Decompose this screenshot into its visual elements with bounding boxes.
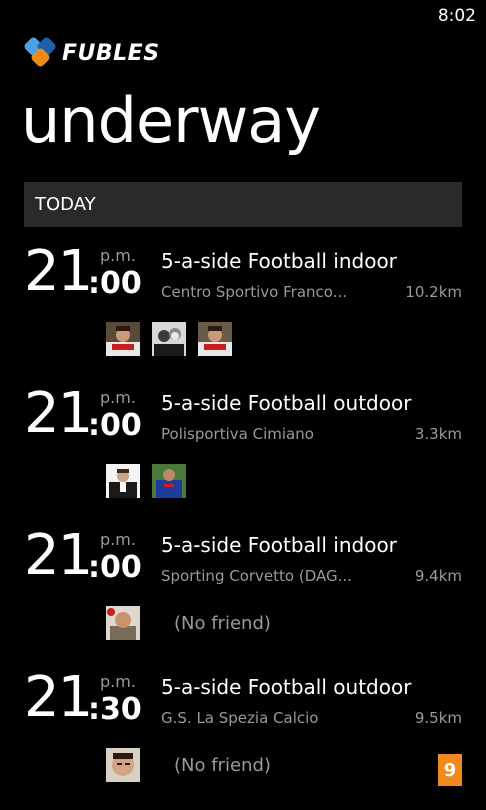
- event-distance: 3.3km: [414, 425, 462, 443]
- friends-list: [106, 322, 244, 356]
- event-distance: 9.5km: [414, 709, 462, 727]
- event-distance: 10.2km: [405, 283, 462, 301]
- event-minute: :00: [88, 550, 142, 585]
- event-hour: 21: [24, 239, 93, 304]
- event-hour: 21: [24, 523, 93, 588]
- event-title: 5-a-side Football outdoor: [161, 675, 412, 699]
- fubles-logo-icon: [22, 35, 58, 69]
- section-header-today: TODAY: [24, 182, 462, 227]
- friend-avatar[interactable]: [106, 606, 140, 640]
- notification-badge[interactable]: 9: [438, 754, 462, 786]
- event-distance: 9.4km: [414, 567, 462, 585]
- friend-avatar[interactable]: [106, 748, 140, 782]
- friend-avatar[interactable]: [152, 322, 186, 356]
- event-venue: G.S. La Spezia Calcio: [161, 709, 319, 727]
- event-venue: Sporting Corvetto (DAG...: [161, 567, 352, 585]
- event-hour: 21: [24, 665, 93, 730]
- friend-avatar[interactable]: [106, 322, 140, 356]
- status-bar-time: 8:02: [437, 6, 476, 26]
- event-minute: :00: [88, 408, 142, 443]
- no-friend-label: (No friend): [174, 612, 271, 634]
- event-title: 5-a-side Football outdoor: [161, 391, 412, 415]
- event-item[interactable]: 21 p.m. :30 5-a-side Football outdoor G.…: [24, 670, 462, 796]
- no-friend-label: (No friend): [174, 754, 271, 776]
- friend-avatar[interactable]: [198, 322, 232, 356]
- friend-avatar[interactable]: [106, 464, 140, 498]
- section-header-label: TODAY: [35, 194, 96, 215]
- event-ampm: p.m.: [100, 672, 136, 691]
- event-venue: Centro Sportivo Franco...: [161, 283, 347, 301]
- friends-list: [106, 464, 198, 498]
- event-hour: 21: [24, 381, 93, 446]
- event-item[interactable]: 21 p.m. :00 5-a-side Football indoor Spo…: [24, 528, 462, 654]
- app-logo-text: FUBLES: [62, 40, 160, 66]
- app-logo: FUBLES: [22, 35, 160, 69]
- event-venue: Polisportiva Cimiano: [161, 425, 314, 443]
- event-item[interactable]: 21 p.m. :00 5-a-side Football outdoor Po…: [24, 386, 462, 512]
- event-minute: :30: [88, 692, 142, 727]
- friend-avatar[interactable]: [152, 464, 186, 498]
- friends-list: (No friend): [106, 748, 271, 782]
- event-title: 5-a-side Football indoor: [161, 533, 397, 557]
- friends-list: (No friend): [106, 606, 271, 640]
- event-item[interactable]: 21 p.m. :00 5-a-side Football indoor Cen…: [24, 244, 462, 370]
- event-ampm: p.m.: [100, 246, 136, 265]
- event-ampm: p.m.: [100, 530, 136, 549]
- event-ampm: p.m.: [100, 388, 136, 407]
- page-title: underway: [21, 84, 321, 157]
- event-title: 5-a-side Football indoor: [161, 249, 397, 273]
- event-minute: :00: [88, 266, 142, 301]
